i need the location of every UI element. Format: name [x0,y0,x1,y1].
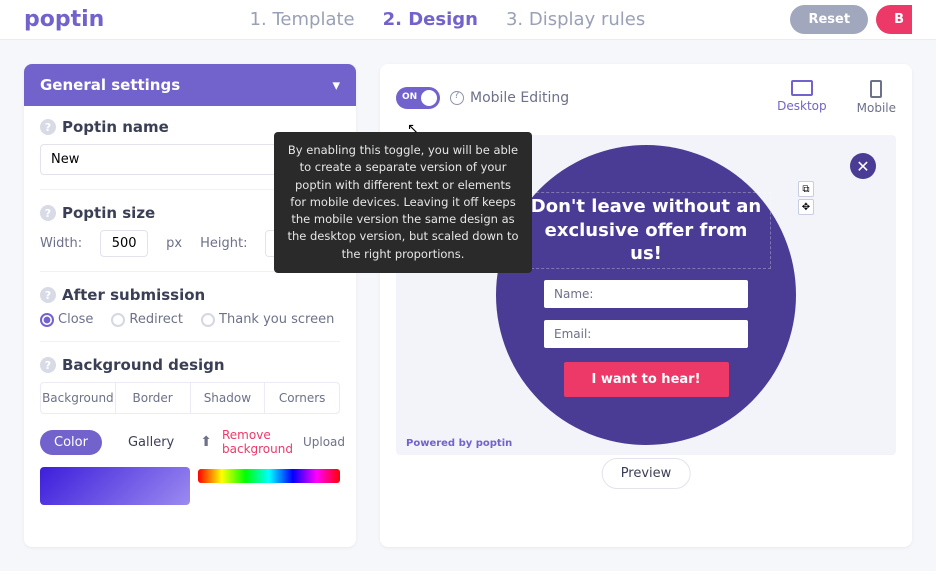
radio-thank-you[interactable]: Thank you screen [201,312,334,327]
label-background-design: Background design [62,356,225,374]
help-icon[interactable]: ? [40,287,56,303]
color-picker-area[interactable] [40,467,190,505]
section-title: General settings [40,76,180,94]
wizard-steps: 1. Template 2. Design 3. Display rules [104,9,790,30]
chevron-down-icon: ▾ [332,76,340,94]
mobile-editing-toggle[interactable]: ON [396,87,440,109]
general-settings-header[interactable]: General settings ▾ [24,64,356,106]
copy-handle-icon[interactable]: ⧉ [798,181,814,197]
width-unit: px [166,236,182,251]
tooltip: By enabling this toggle, you will be abl… [274,132,532,273]
step-display[interactable]: 3. Display rules [506,9,645,30]
radio-close[interactable]: Close [40,312,93,327]
powered-by: Powered by poptin [406,438,512,449]
upload-link[interactable]: Upload [303,435,345,449]
tab-border[interactable]: Border [116,383,191,413]
preview-button[interactable]: Preview [602,458,691,489]
label-after-submission: After submission [62,286,205,304]
desktop-icon [791,80,813,96]
close-popup-button[interactable]: ✕ [850,153,876,179]
pill-gallery[interactable]: Gallery [114,430,188,455]
device-mobile[interactable]: Mobile [857,80,896,115]
popup-headline[interactable]: Don't leave without an exclusive offer f… [522,193,770,267]
mobile-editing-label: Mobile Editing [470,90,569,106]
toggle-on-label: ON [402,92,417,102]
label-poptin-name: Poptin name [62,118,169,136]
device-desktop[interactable]: Desktop [777,80,827,115]
reset-button[interactable]: Reset [790,5,868,34]
popup-name-input[interactable]: Name: [544,280,748,308]
step-design[interactable]: 2. Design [383,9,478,30]
bg-tabs: Background Border Shadow Corners [40,382,340,414]
width-input[interactable] [100,230,148,257]
element-handles[interactable]: ⧉ ✥ [798,181,814,215]
pill-color[interactable]: Color [40,430,102,455]
toggle-knob [421,90,437,106]
tab-background[interactable]: Background [41,383,116,413]
height-label: Height: [200,236,247,251]
help-icon[interactable]: ? [40,205,56,221]
help-icon[interactable]: ? [40,119,56,135]
help-icon[interactable]: ? [40,357,56,373]
radio-redirect[interactable]: Redirect [111,312,183,327]
top-header: poptin 1. Template 2. Design 3. Display … [0,0,936,40]
label-poptin-size: Poptin size [62,204,155,222]
step-template[interactable]: 1. Template [250,9,355,30]
popup-email-input[interactable]: Email: [544,320,748,348]
tab-corners[interactable]: Corners [265,383,339,413]
mobile-icon [870,80,882,98]
popup-cta-button[interactable]: I want to hear! [564,362,729,397]
info-icon[interactable] [450,91,464,105]
width-label: Width: [40,236,82,251]
publish-button[interactable]: B [876,5,912,34]
popup-element[interactable]: Don't leave without an exclusive offer f… [496,145,796,445]
upload-icon[interactable]: ⬆ [200,434,212,450]
hue-slider[interactable] [198,469,340,483]
logo: poptin [24,7,104,32]
remove-background-link[interactable]: Remove background [222,428,293,457]
tab-shadow[interactable]: Shadow [191,383,266,413]
move-handle-icon[interactable]: ✥ [798,199,814,215]
